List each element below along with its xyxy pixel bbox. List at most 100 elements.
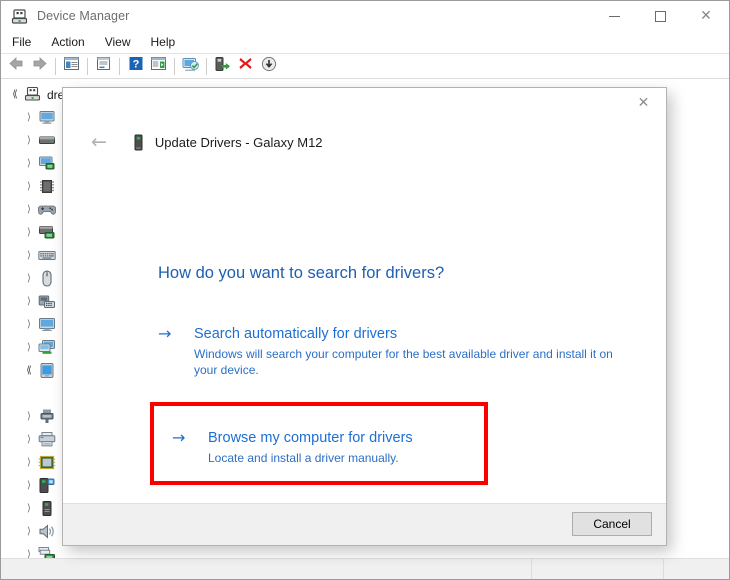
cancel-button[interactable]: Cancel [572,512,652,536]
close-icon: ✕ [637,94,650,111]
software-device-icon [38,500,56,517]
toolbar-separator [119,57,120,75]
update-drivers-dialog: ✕ ← Update Drivers - Galaxy M12 How do y… [62,87,667,546]
disable-device-icon [261,56,277,77]
chevron-right-icon[interactable]: ⟩ [21,457,37,468]
device-manager-icon [11,8,28,25]
hid-game-controller-icon [37,201,57,218]
chevron-right-icon[interactable]: ⟩ [21,503,37,514]
uninstall-device-icon [238,56,253,76]
help-button[interactable]: ? [124,55,147,77]
disk-drive-icon [38,132,56,149]
menu-file[interactable]: File [3,32,40,52]
option-search-automatically-description: Windows will search your computer for th… [194,347,613,377]
toolbar-separator [174,57,175,75]
window-title: Device Manager [37,9,130,23]
storage-controller-icon [38,546,56,558]
status-bar [1,558,729,579]
chevron-right-icon[interactable]: ⟩ [21,112,37,123]
option-search-automatically[interactable]: → Search automatically for drivers Windo… [158,325,628,378]
forward-icon [31,56,48,76]
processor-icon [38,454,56,471]
scan-for-hardware-changes-icon [181,56,200,77]
printer-icon [38,431,56,448]
monitor-icon [38,109,56,126]
toolbar-separator [55,57,56,75]
chevron-right-icon[interactable]: ⟩ [21,158,37,169]
chevron-right-icon[interactable]: ⟩ [21,227,37,238]
close-icon: ✕ [700,8,712,24]
dialog-header: ← Update Drivers - Galaxy M12 [63,128,666,156]
chevron-down-icon[interactable]: ⟪ [7,89,23,100]
security-device-icon [38,477,56,494]
chevron-right-icon[interactable]: ⟩ [21,434,37,445]
update-driver-icon [214,56,232,77]
chevron-right-icon[interactable]: ⟩ [21,342,37,353]
computer-icon [24,86,42,103]
properties-button[interactable] [92,55,115,77]
disable-device-button[interactable] [257,55,280,77]
chevron-right-icon[interactable]: ⟩ [21,181,37,192]
show-hide-action-pane-icon [150,56,167,76]
show-hide-action-pane-button[interactable] [147,55,170,77]
display-adapter-icon [38,155,56,172]
show-hide-console-tree-button[interactable] [60,55,83,77]
port-icon [38,408,56,425]
arrow-right-icon: → [158,324,172,343]
properties-icon [95,56,112,76]
status-segment-2 [532,559,664,579]
chevron-right-icon[interactable]: ⟩ [21,135,37,146]
minimize-button[interactable] [591,1,637,31]
dialog-footer: Cancel [63,503,666,545]
chevron-right-icon[interactable]: ⟩ [21,319,37,330]
menu-help[interactable]: Help [142,32,185,52]
ide-controller-icon [38,224,56,241]
keyboard-icon [38,247,56,264]
forward-button[interactable] [28,55,51,77]
sound-device-icon [38,523,56,540]
highlight-annotation-box [150,402,488,485]
chevron-right-icon[interactable]: ⟩ [21,526,37,537]
dialog-question: How do you want to search for drivers? [158,264,445,282]
maximize-button[interactable] [637,1,683,31]
dialog-title: Update Drivers - Galaxy M12 [154,134,323,150]
back-button[interactable] [5,55,28,77]
chevron-right-icon[interactable]: ⟩ [21,411,37,422]
status-segment-3 [664,559,729,579]
firmware-icon [38,178,56,195]
mouse-icon [38,270,56,287]
chevron-right-icon[interactable]: ⟩ [21,480,37,491]
monitor-blue-icon [38,316,56,333]
close-button[interactable]: ✕ [683,1,729,31]
uninstall-device-button[interactable] [234,55,257,77]
back-arrow-icon[interactable]: ← [91,132,107,152]
device-manager-window: Device Manager ✕ File Action View Help ?… [0,0,730,580]
chevron-right-icon[interactable]: ⟩ [21,296,37,307]
chevron-down-icon[interactable]: ⟪ [21,365,37,376]
help-icon: ? [128,56,144,76]
maximize-icon [654,10,666,22]
svg-text:?: ? [132,59,139,71]
network-adapter-icon [38,339,56,356]
toolbar: ? [1,54,729,79]
status-segment-main [1,559,532,579]
toolbar-separator [87,57,88,75]
menu-view[interactable]: View [96,32,140,52]
scan-for-hardware-changes-button[interactable] [179,55,202,77]
modem-icon [38,293,56,310]
dialog-close-button[interactable]: ✕ [621,88,666,117]
chevron-right-icon[interactable]: ⟩ [21,250,37,261]
show-hide-console-tree-icon [63,56,80,76]
menu-action[interactable]: Action [42,32,93,52]
chevron-right-icon[interactable]: ⟩ [21,273,37,284]
update-driver-button[interactable] [211,55,234,77]
chevron-right-icon[interactable]: ⟩ [21,204,37,215]
menu-bar: File Action View Help [1,31,729,54]
phone-device-icon [131,134,146,151]
option-search-automatically-title[interactable]: Search automatically for drivers [194,325,628,343]
toolbar-separator [206,57,207,75]
title-bar: Device Manager ✕ [1,1,729,31]
back-icon [8,56,25,76]
chevron-right-icon[interactable]: ⟩ [21,549,37,558]
minimize-icon [608,15,620,17]
